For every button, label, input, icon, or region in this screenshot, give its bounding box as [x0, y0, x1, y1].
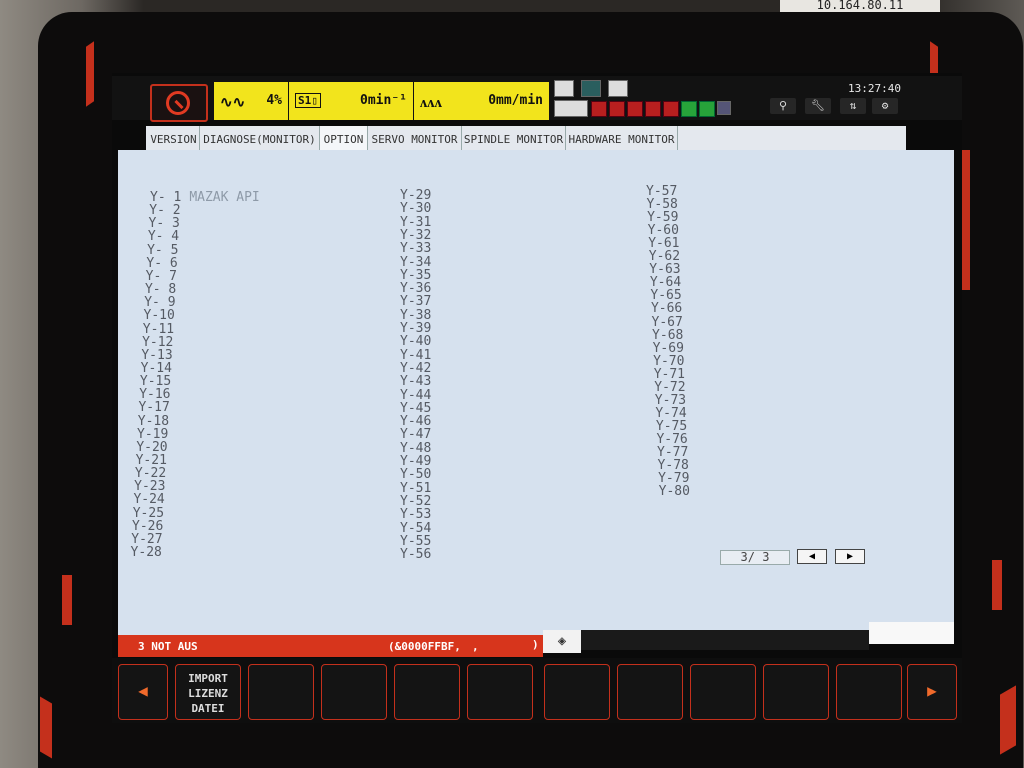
import-license-button[interactable]: IMPORT LIZENZ DATEI [175, 664, 241, 720]
bezel-stripe-right-lower [992, 560, 1002, 610]
import-license-label: IMPORT LIZENZ DATEI [188, 672, 228, 715]
network-icon[interactable]: ⚲ [770, 98, 796, 114]
softkey-9[interactable] [690, 664, 756, 720]
prev-page-button[interactable]: ◀ [797, 549, 827, 564]
spindle-icon: S1▯ [295, 93, 321, 108]
alarm-message: 3 NOT AUS [138, 640, 198, 653]
spindle-panel: S1▯ 0min⁻¹ [289, 82, 413, 120]
softkey-next-button[interactable]: ▶ [907, 664, 957, 720]
option-item: Y-80 [658, 484, 690, 500]
status-led-red-4 [645, 101, 661, 117]
mode-icon-1[interactable] [554, 80, 574, 97]
option-item: Y-56 [400, 547, 432, 563]
bezel-stripe-left [86, 41, 94, 107]
softkey-3[interactable] [248, 664, 314, 720]
option-item: Y-28 [130, 545, 162, 561]
alarm-close: ) [532, 638, 539, 651]
mode-icon-3[interactable] [608, 80, 628, 97]
gear-icon[interactable]: ⚙ [872, 98, 898, 114]
tab-version[interactable]: VERSION [148, 126, 200, 152]
next-page-button[interactable]: ▶ [835, 549, 865, 564]
tab-servo-monitor[interactable]: SERVO MONITOR [368, 126, 462, 152]
softkey-6[interactable] [467, 664, 533, 720]
power-icon [166, 91, 190, 115]
mode-indicators [553, 80, 733, 120]
bezel-stripe-right-mid [962, 150, 970, 290]
alarm-code: (&0000FFBF, [388, 640, 461, 653]
alarm-bar[interactable]: 3 NOT AUS (&0000FFBF, , ) [118, 635, 543, 657]
feed-wave-icon: ᴧᴧᴧ [420, 93, 442, 111]
bezel-stripe-left-lower [62, 575, 72, 625]
mazak-logo-button[interactable] [150, 84, 208, 122]
mode-icon-2[interactable] [581, 80, 601, 97]
tab-option[interactable]: OPTION [320, 126, 368, 152]
softkey-7[interactable] [544, 664, 610, 720]
softkey-11[interactable] [836, 664, 902, 720]
key-icon[interactable] [554, 100, 588, 117]
softkey-10[interactable] [763, 664, 829, 720]
option-description: MAZAK API [189, 190, 260, 205]
wave-icon: ∿∿ [220, 93, 246, 111]
alarm-field-white [869, 622, 954, 644]
tab-hardware-monitor[interactable]: HARDWARE MONITOR [566, 126, 678, 152]
alarm-diamond-icon[interactable]: ◈ [543, 630, 581, 653]
option-panel [118, 150, 954, 635]
clock: 13:27:40 [848, 82, 901, 95]
alarm-dot: , [472, 640, 479, 653]
left-arrow-icon: ◀ [138, 681, 148, 700]
softkey-8[interactable] [617, 664, 683, 720]
page-indicator: 3/ 3 [720, 550, 790, 565]
right-arrow-icon: ▶ [927, 681, 937, 700]
alarm-field [581, 630, 869, 650]
feed-panel: ᴧᴧᴧ 0mm/min [414, 82, 549, 120]
softkey-4[interactable] [321, 664, 387, 720]
status-led-red-3 [627, 101, 643, 117]
status-led-red-2 [609, 101, 625, 117]
tab-spindle-monitor[interactable]: SPINDLE MONITOR [462, 126, 566, 152]
bezel-stripe-left-bottom [40, 696, 52, 759]
status-led-green-1 [681, 101, 697, 117]
override-panel: ∿∿ 4% [214, 82, 288, 120]
wrench-icon[interactable]: 🔧︎ [805, 98, 831, 114]
mode-icon-4 [717, 101, 731, 115]
status-led-green-2 [699, 101, 715, 117]
status-led-red-1 [591, 101, 607, 117]
feed-value: 0mm/min [488, 93, 543, 108]
ip-label: 10.164.80.11 [780, 0, 940, 12]
bezel-stripe-right-bottom [1000, 685, 1016, 755]
adjust-icon[interactable]: ⇅ [840, 98, 866, 114]
status-led-red-5 [663, 101, 679, 117]
spindle-value: 0min⁻¹ [360, 93, 407, 108]
tab-diagnose[interactable]: DIAGNOSE(MONITOR) [200, 126, 320, 152]
softkey-5[interactable] [394, 664, 460, 720]
override-value: 4% [266, 93, 282, 108]
softkey-prev-button[interactable]: ◀ [118, 664, 168, 720]
